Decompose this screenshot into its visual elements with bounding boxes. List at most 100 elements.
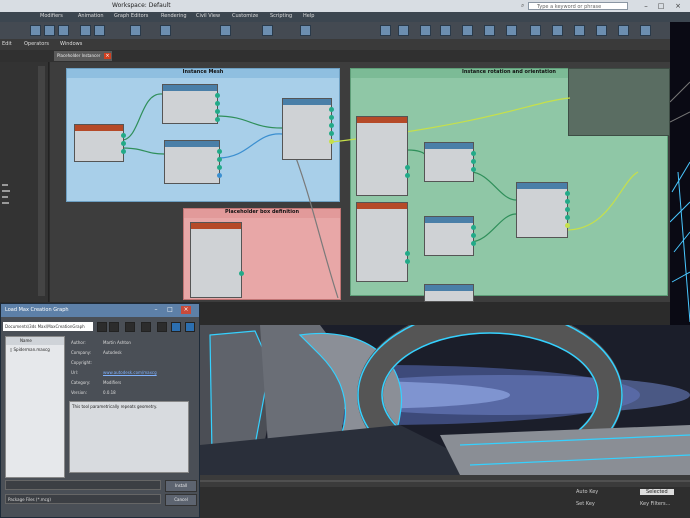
- tool-icon[interactable]: [506, 25, 517, 36]
- node-port[interactable]: [517, 197, 570, 205]
- minimize-icon[interactable]: –: [151, 306, 161, 314]
- node-port[interactable]: [357, 209, 407, 217]
- tool-icon[interactable]: [530, 25, 541, 36]
- node-parameter-rotation[interactable]: [356, 116, 410, 196]
- node-port[interactable]: [165, 163, 222, 171]
- node-parameter-mesh[interactable]: [74, 124, 126, 162]
- node-function-3[interactable]: [282, 98, 334, 160]
- tool-icon[interactable]: [484, 25, 495, 36]
- list-item[interactable]: [2, 190, 10, 192]
- node-port[interactable]: [357, 233, 407, 241]
- tool-icon[interactable]: [552, 25, 563, 36]
- list-item[interactable]: [2, 184, 8, 186]
- node-port[interactable]: [191, 253, 241, 261]
- node-port[interactable]: [425, 149, 476, 157]
- install-button[interactable]: Install: [165, 480, 197, 492]
- tool-icon[interactable]: [300, 25, 311, 36]
- node-port[interactable]: [163, 99, 220, 107]
- tool-icon[interactable]: [44, 25, 55, 36]
- node-parameter-box[interactable]: [190, 222, 244, 298]
- set-key-label[interactable]: Set Key: [576, 501, 595, 507]
- tool-icon[interactable]: [398, 25, 409, 36]
- auto-key-label[interactable]: Auto Key: [576, 489, 598, 495]
- node-port[interactable]: [425, 165, 476, 173]
- node-port[interactable]: [517, 205, 570, 213]
- back-icon[interactable]: [97, 322, 107, 332]
- node-port[interactable]: [425, 239, 476, 247]
- tool-icon[interactable]: [420, 25, 431, 36]
- node-function-5[interactable]: [424, 216, 476, 256]
- tool-icon[interactable]: [58, 25, 69, 36]
- node-port[interactable]: [425, 223, 476, 231]
- node-port[interactable]: [75, 147, 126, 155]
- tool-icon[interactable]: [596, 25, 607, 36]
- info-link[interactable]: www.autodesk.com/maxcg: [103, 370, 157, 375]
- node-port[interactable]: [191, 261, 241, 269]
- tool-icon[interactable]: [262, 25, 273, 36]
- menu-animation[interactable]: Animation: [78, 13, 104, 19]
- timeline[interactable]: [200, 475, 690, 487]
- node-port[interactable]: [191, 245, 241, 253]
- cancel-button[interactable]: Cancel: [165, 494, 197, 506]
- node-port[interactable]: [75, 139, 126, 147]
- node-port[interactable]: [357, 171, 410, 179]
- node-port[interactable]: [357, 123, 407, 131]
- tool-icon[interactable]: [220, 25, 231, 36]
- path-field[interactable]: Documents\3ds Max\MaxCreationGraph: [3, 322, 93, 331]
- node-graph-canvas[interactable]: Instance Mesh Instance rotation and orie…: [50, 62, 670, 302]
- menu-rendering[interactable]: Rendering: [161, 13, 187, 19]
- tool-icon[interactable]: [440, 25, 451, 36]
- node-port[interactable]: [165, 147, 222, 155]
- node-port[interactable]: [163, 107, 220, 115]
- up-folder-icon[interactable]: [109, 322, 119, 332]
- node-port[interactable]: [191, 229, 241, 237]
- list-item[interactable]: [2, 196, 8, 198]
- node-port[interactable]: [425, 157, 476, 165]
- tool-icon[interactable]: [130, 25, 141, 36]
- node-port[interactable]: [357, 163, 410, 171]
- menu-scripting[interactable]: Scripting: [270, 13, 292, 19]
- view-details-icon[interactable]: [157, 322, 167, 332]
- file-list[interactable]: Name ▯ Spiderman.maxcg: [5, 336, 65, 478]
- node-port[interactable]: [517, 189, 570, 197]
- node-parameter-angle[interactable]: [356, 202, 410, 282]
- tab-close-icon[interactable]: ×: [104, 53, 111, 59]
- menu-customize[interactable]: Customize: [232, 13, 258, 19]
- node-port[interactable]: [357, 241, 407, 249]
- node-port[interactable]: [517, 213, 570, 221]
- tool-icon[interactable]: [380, 25, 391, 36]
- node-port[interactable]: [163, 115, 220, 123]
- selection-dropdown[interactable]: Selected: [640, 489, 674, 495]
- node-port[interactable]: [357, 139, 407, 147]
- filename-input[interactable]: [5, 480, 161, 490]
- load-graph-dialog[interactable]: Load Max Creation Graph – □ × Documents\…: [0, 303, 200, 518]
- node-port[interactable]: [357, 147, 407, 155]
- editor-menu-operators[interactable]: Operators: [24, 41, 49, 47]
- node-port[interactable]: [283, 121, 334, 129]
- view-list-icon[interactable]: [141, 322, 151, 332]
- info-icon[interactable]: [171, 322, 181, 332]
- node-port[interactable]: [163, 91, 220, 99]
- operator-list-panel[interactable]: [0, 62, 49, 302]
- search-input[interactable]: Type a keyword or phrase: [528, 2, 628, 10]
- list-item[interactable]: [2, 202, 9, 204]
- editor-menu-edit[interactable]: Edit: [2, 41, 12, 47]
- node-port[interactable]: [165, 171, 222, 179]
- node-quaternion[interactable]: [516, 182, 570, 238]
- viewport-wireframe-strip[interactable]: [669, 22, 690, 327]
- tool-icon[interactable]: [574, 25, 585, 36]
- node-port[interactable]: [357, 249, 410, 257]
- node-port[interactable]: [75, 131, 126, 139]
- minimize-icon[interactable]: –: [640, 1, 652, 11]
- tool-icon[interactable]: [160, 25, 171, 36]
- name-column[interactable]: Name: [6, 338, 32, 343]
- node-function-6[interactable]: [424, 284, 474, 302]
- node-function-2[interactable]: [164, 140, 222, 184]
- node-port[interactable]: [283, 113, 334, 121]
- node-port[interactable]: [357, 155, 407, 163]
- node-port[interactable]: [425, 231, 476, 239]
- tool-icon[interactable]: [618, 25, 629, 36]
- node-function-1[interactable]: [162, 84, 220, 124]
- menu-modifiers[interactable]: Modifiers: [40, 13, 63, 19]
- maximize-icon[interactable]: □: [655, 1, 667, 11]
